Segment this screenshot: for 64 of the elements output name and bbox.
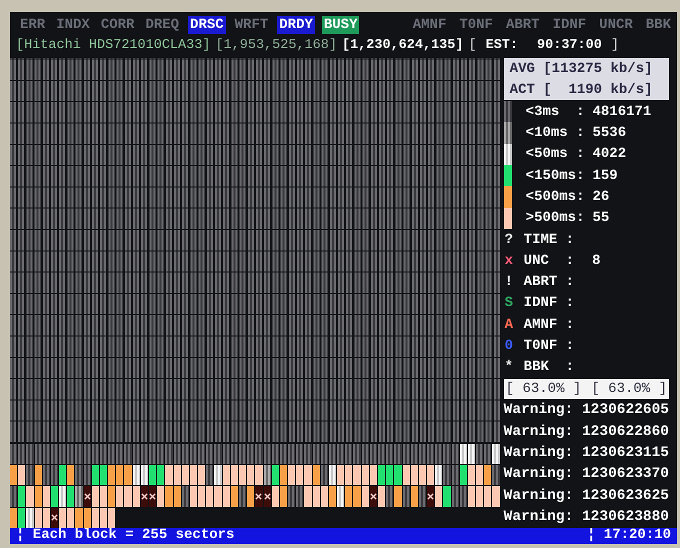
flag-label: BUSY [322,16,360,34]
legend-count: 4022 [592,147,626,162]
legend-label: <500ms: [526,190,584,204]
flag-label: DRDY [277,16,315,34]
cross-icon [50,514,58,522]
progress-percent: [ 63.0% ] [591,382,667,396]
cross-icon [427,493,434,500]
legend-label: <50ms : [526,147,584,162]
legend-count: 159 [592,168,618,183]
error-symbol: 0 [504,339,514,354]
error-count: 8 [592,254,600,268]
cross-icon [84,493,91,500]
legend-count: 5536 [592,126,626,140]
flag-label: UNCR [598,16,634,34]
error-label: UNC : [524,254,574,268]
error-symbol: S [504,296,514,310]
progress-percent: [ 63.0% ] [506,382,582,396]
error-label: AMNF : [524,318,574,332]
error-label: BBK : [524,360,574,374]
error-label: IDNF : [524,296,574,310]
capacity-text: [1,953,525,168] [215,39,337,53]
flag-label: DRSC [188,16,226,34]
legend-label: <150ms: [526,168,584,183]
warning-text: Warning: 1230622605 [504,403,669,418]
error-label: T0NF : [524,339,574,354]
warning-text: Warning: 1230623370 [504,467,669,482]
est-time: 90:37:00 [537,39,602,53]
error-label: ABRT : [524,275,574,290]
error-symbol: x [504,254,514,268]
error-symbol: * [504,360,514,374]
legend-label: <3ms : [526,104,584,119]
actual-speed: ACT [ 1190 kb/s] [510,82,654,96]
flag-label: IDNF [552,16,588,34]
status-text: ¦ Each block = 255 sectors [16,528,234,542]
est-label: EST: [486,39,518,53]
bracket-text: ] [610,39,619,53]
warning-text: Warning: 1230623880 [504,510,669,525]
flag-label: CORR [100,16,136,34]
clock-text: ¦ 17:20:10 [586,528,671,542]
cross-icon [370,493,377,500]
flag-label: ABRT [504,16,541,34]
drive-model: [Hitachi HDS721010CLA33] [16,39,210,53]
warning-text: Warning: 1230623625 [504,488,669,504]
flag-label: INDX [55,16,91,34]
flag-label: T0NF [458,16,494,34]
legend-label: >500ms: [526,211,584,226]
error-label: TIME : [524,232,574,247]
legend-count: 55 [592,211,610,226]
bracket-text: [ [468,39,477,53]
error-symbol: ? [504,232,514,247]
warning-text: Warning: 1230622860 [504,424,669,440]
average-speed: AVG [113275 kb/s] [510,62,654,76]
flag-label: WRFT [234,16,270,34]
flag-label: ERR [19,16,46,34]
warning-text: Warning: 1230623115 [504,446,669,461]
flag-label: BBK [644,16,672,34]
legend-label: <10ms : [526,126,584,140]
flag-label: AMNF [412,16,448,34]
error-symbol: ! [504,275,514,290]
error-symbol: A [504,318,514,332]
legend-count: 4816171 [592,104,652,119]
flag-label: DREQ [144,16,180,34]
position-text: [1,230,624,135] [342,39,464,53]
legend-count: 26 [592,190,610,204]
